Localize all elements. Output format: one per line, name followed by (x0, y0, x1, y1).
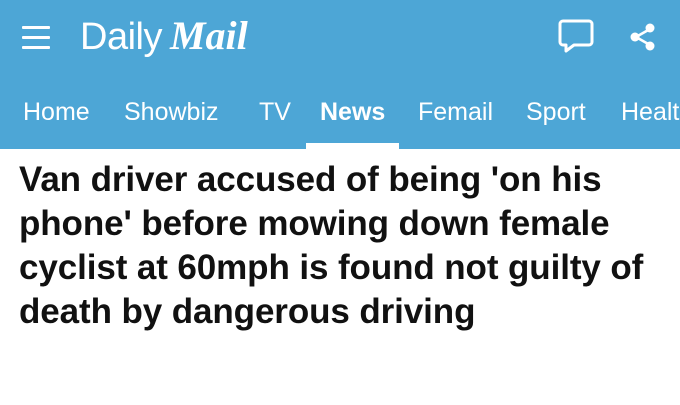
nav-item-health[interactable]: Healt (621, 79, 679, 149)
nav-item-news[interactable]: News (305, 79, 400, 149)
section-nav: Home Showbiz TV News Femail Sport Healt (0, 79, 680, 149)
share-button[interactable] (628, 22, 658, 52)
nav-item-femail[interactable]: Femail (418, 79, 493, 149)
logo-daily-text: Daily (80, 16, 162, 58)
app-window: Daily Mail Home Showbiz TV News Femail S… (0, 0, 680, 405)
nav-item-home[interactable]: Home (23, 79, 90, 149)
site-logo[interactable]: Daily Mail (80, 12, 248, 62)
menu-button[interactable] (22, 23, 50, 53)
hamburger-menu-icon (22, 26, 50, 29)
nav-item-showbiz[interactable]: Showbiz (124, 79, 219, 149)
logo-mail-text: Mail (169, 13, 248, 58)
hamburger-menu-icon (22, 36, 50, 39)
comment-icon (558, 19, 594, 53)
comment-button[interactable] (557, 18, 595, 54)
top-bar: Daily Mail (0, 0, 680, 79)
nav-item-tv[interactable]: TV (259, 79, 291, 149)
share-icon (630, 23, 655, 51)
hamburger-menu-icon (22, 46, 50, 49)
article-headline[interactable]: Van driver accused of being 'on his phon… (19, 158, 674, 334)
nav-item-sport[interactable]: Sport (526, 79, 586, 149)
